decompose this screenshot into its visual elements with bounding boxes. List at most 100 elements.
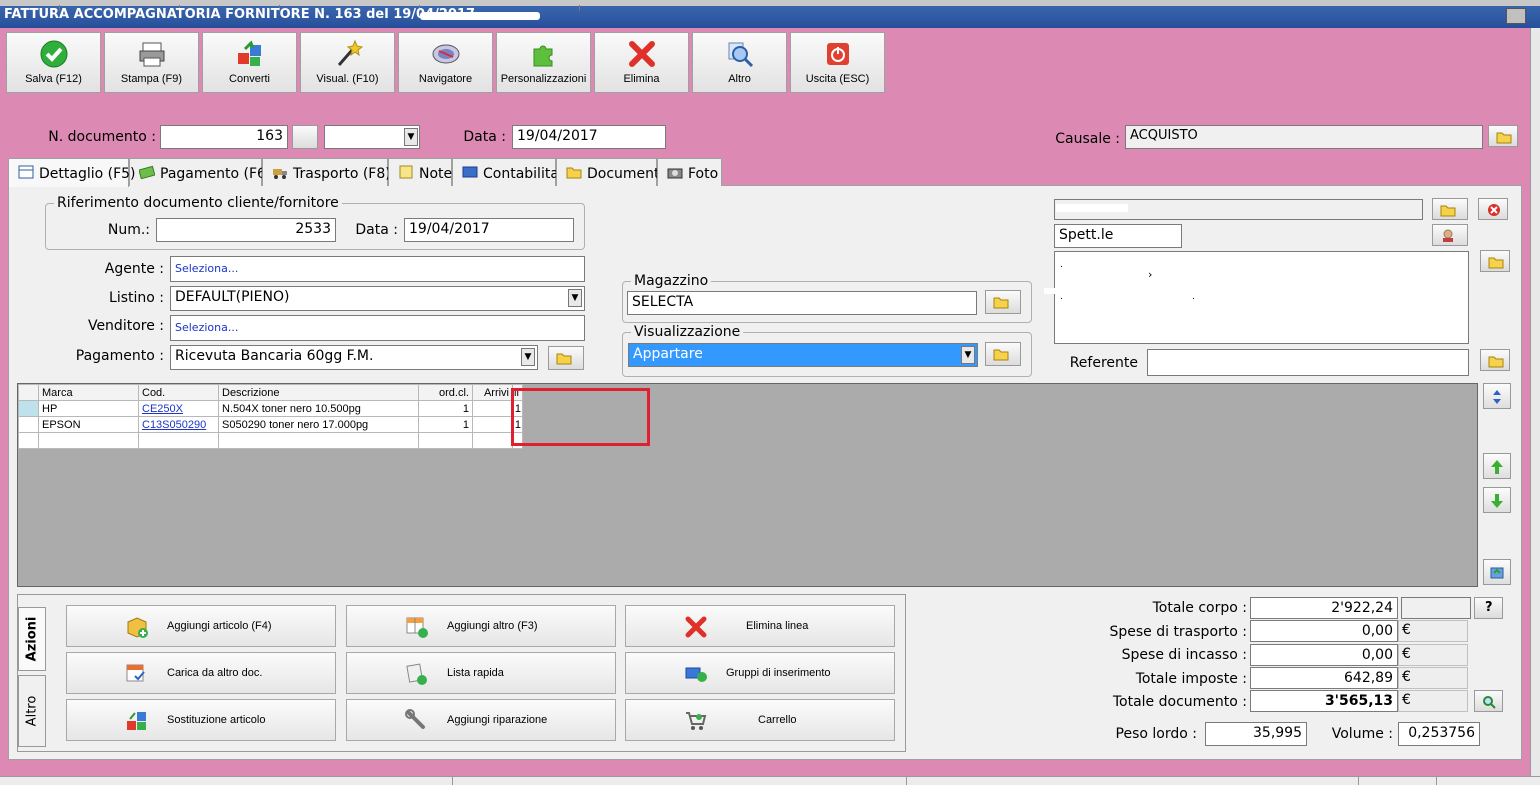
tab-dettaglio[interactable]: Dettaglio (F5) — [8, 158, 136, 187]
spese-trasporto-field[interactable]: 0,00 — [1250, 620, 1398, 642]
cell-empty[interactable] — [38, 432, 139, 449]
cell-empty[interactable] — [418, 432, 473, 449]
cell-cod-link[interactable]: C13S050290 — [138, 416, 219, 433]
tab-foto[interactable]: Foto — [657, 158, 722, 186]
cell-marca[interactable]: EPSON — [38, 416, 139, 433]
tab-documenti[interactable]: Documenti — [556, 158, 663, 186]
referente-field[interactable] — [1147, 349, 1469, 376]
cell-descrizione[interactable]: S050290 toner nero 17.000pg — [218, 416, 419, 433]
move-down-button[interactable] — [1483, 487, 1511, 513]
load-from-doc-button[interactable]: Carica da altro doc. — [66, 652, 336, 694]
cell-marca[interactable]: HP — [38, 400, 139, 417]
visualizzazione-select[interactable]: Appartare — [628, 343, 978, 367]
navigator-button[interactable]: Navigatore — [398, 32, 493, 93]
quick-list-button[interactable]: Lista rapida — [346, 652, 616, 694]
row-indicator[interactable] — [18, 416, 39, 433]
ref-num-field[interactable]: 2533 — [156, 218, 336, 242]
tab-altro[interactable]: Altro — [18, 675, 46, 747]
referente-folder-button[interactable] — [1480, 349, 1510, 371]
person-icon — [1443, 229, 1453, 242]
column-header-cod[interactable]: Cod. — [138, 384, 219, 401]
cell-ordcl[interactable]: 1 — [418, 400, 473, 417]
exit-button[interactable]: Uscita (ESC) — [790, 32, 885, 93]
spese-incasso-field[interactable]: 0,00 — [1250, 644, 1398, 666]
sort-button[interactable] — [1483, 383, 1511, 409]
print-button[interactable]: Stampa (F9) — [104, 32, 199, 93]
redacted-text — [420, 12, 540, 20]
row-indicator[interactable] — [18, 432, 39, 449]
supplier-folder-button[interactable] — [1432, 198, 1468, 220]
tab-contabilita[interactable]: Contabilita' — [452, 158, 563, 186]
visualizzazione-folder-button[interactable] — [985, 342, 1021, 366]
supplier-clear-button[interactable] — [1478, 198, 1508, 220]
spese-incasso-label: Spese di incasso : — [1121, 647, 1247, 663]
pagamento-folder-button[interactable] — [548, 346, 584, 370]
help-button[interactable]: ? — [1474, 597, 1503, 619]
magazzino-field[interactable]: SELECTA — [627, 291, 977, 315]
cell-empty[interactable] — [138, 432, 219, 449]
insertion-groups-button[interactable]: Gruppi di inserimento — [625, 652, 895, 694]
column-header-descrizione[interactable]: Descrizione — [218, 384, 419, 401]
cell-empty[interactable] — [218, 432, 419, 449]
group-add-icon — [685, 667, 707, 682]
totale-corpo-label: Totale corpo : — [1152, 600, 1247, 616]
address-field[interactable] — [1054, 251, 1469, 344]
chevron-down-icon[interactable]: ▼ — [961, 346, 975, 364]
table-row-empty[interactable] — [18, 432, 523, 449]
salutation-field[interactable]: Spett.le — [1054, 224, 1182, 248]
tab-note[interactable]: Note — [388, 158, 452, 186]
cart-button[interactable]: Carrello — [625, 699, 895, 741]
cell-ordcl[interactable]: 1 — [418, 416, 473, 433]
column-header-ordcl[interactable]: ord.cl. — [418, 384, 473, 401]
book-icon — [462, 166, 478, 178]
visual-button[interactable]: Visual. (F10) — [300, 32, 395, 93]
causale-field[interactable]: ACQUISTO — [1125, 125, 1483, 149]
delete-line-button[interactable]: Elimina linea — [625, 605, 895, 647]
add-repair-button[interactable]: Aggiungi riparazione — [346, 699, 616, 741]
pagamento-select[interactable]: Ricevuta Bancaria 60gg F.M. — [170, 345, 538, 370]
customizations-button[interactable]: Personalizzazioni — [496, 32, 591, 93]
list-add-icon — [406, 663, 427, 685]
tab-azioni[interactable]: Azioni — [18, 607, 46, 671]
tab-trasporto[interactable]: Trasporto (F8) — [262, 158, 391, 186]
column-header-marca[interactable]: Marca — [38, 384, 139, 401]
column-header-arrivi[interactable]: Arrivi — [472, 384, 513, 401]
add-article-button[interactable]: Aggiungi articolo (F4) — [66, 605, 336, 647]
save-button[interactable]: Salva (F12) — [6, 32, 101, 93]
cell-arrivi[interactable] — [472, 416, 513, 433]
doc-number-button[interactable] — [292, 125, 318, 149]
cell-cod-link[interactable]: CE250X — [138, 400, 219, 417]
cell-descrizione[interactable]: N.504X toner nero 10.500pg — [218, 400, 419, 417]
row-indicator[interactable] — [18, 400, 39, 417]
other-button[interactable]: Altro — [692, 32, 787, 93]
contact-button[interactable] — [1432, 224, 1468, 246]
doc-number-field[interactable]: 163 — [160, 125, 288, 149]
delete-button[interactable]: Elimina — [594, 32, 689, 93]
agente-field[interactable]: Seleziona... — [170, 256, 585, 282]
venditore-field[interactable]: Seleziona... — [170, 315, 585, 341]
listino-select[interactable]: DEFAULT(PIENO) — [170, 286, 585, 311]
ref-date-field[interactable]: 19/04/2017 — [404, 218, 574, 242]
chevron-down-icon[interactable]: ▼ — [568, 289, 582, 307]
chevron-down-icon[interactable]: ▼ — [521, 348, 535, 366]
right-scrollbar[interactable] — [1530, 28, 1540, 785]
table-row[interactable]: EPSON C13S050290 S050290 toner nero 17.0… — [18, 416, 523, 433]
replace-article-button[interactable]: Sostituzione articolo — [66, 699, 336, 741]
cell-arrivi[interactable] — [472, 400, 513, 417]
items-grid[interactable]: Marca Cod. Descrizione ord.cl. Arrivi il… — [17, 383, 1478, 587]
table-row[interactable]: HP CE250X N.504X toner nero 10.500pg 1 1 — [18, 400, 523, 417]
convert-button[interactable]: Converti — [202, 32, 297, 93]
date-field[interactable]: 19/04/2017 — [512, 125, 666, 149]
refresh-button[interactable] — [1483, 559, 1511, 585]
chevron-down-icon[interactable]: ▼ — [404, 128, 418, 146]
volume-field[interactable]: 0,253756 — [1398, 722, 1480, 746]
zoom-totals-button[interactable] — [1474, 690, 1503, 712]
magazzino-folder-button[interactable] — [985, 290, 1021, 314]
add-other-button[interactable]: Aggiungi altro (F3) — [346, 605, 616, 647]
move-up-button[interactable] — [1483, 453, 1511, 479]
cell-empty[interactable] — [472, 432, 513, 449]
address-folder-button[interactable] — [1480, 250, 1510, 272]
close-window-button[interactable] — [1506, 8, 1526, 24]
causale-folder-button[interactable] — [1488, 125, 1518, 147]
tab-pagamento[interactable]: Pagamento (F6) — [129, 158, 271, 186]
